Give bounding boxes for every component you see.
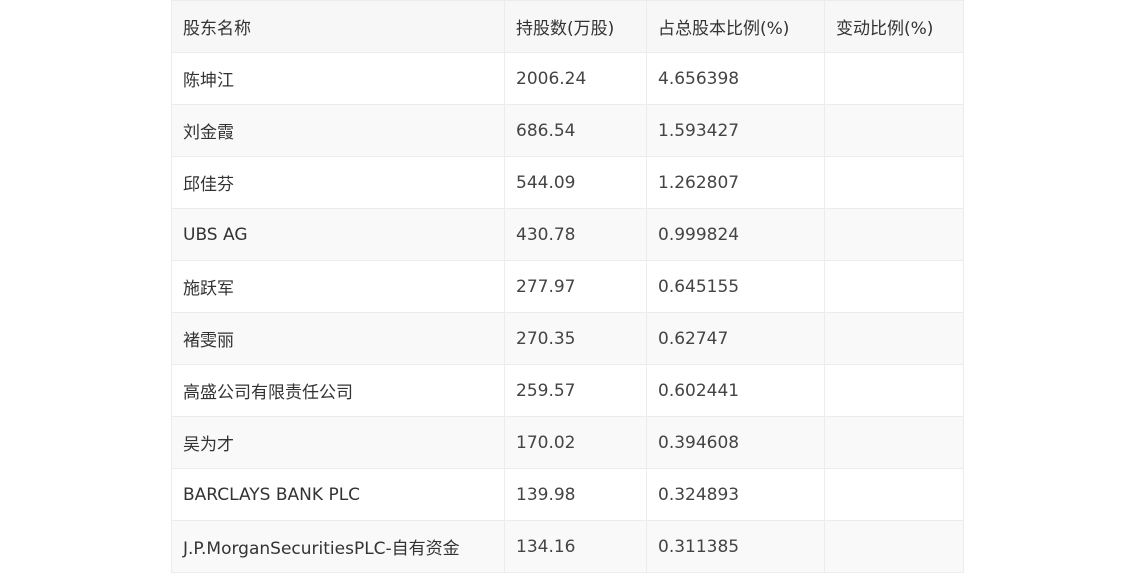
ratio-value: 4.656398 bbox=[646, 52, 825, 105]
holder-name: 高盛公司有限责任公司 bbox=[171, 364, 505, 417]
holder-name: 吴为才 bbox=[171, 416, 505, 469]
holder-name: UBS AG bbox=[171, 208, 505, 261]
change-value bbox=[824, 364, 964, 417]
change-value bbox=[824, 416, 964, 469]
ratio-value: 0.394608 bbox=[646, 416, 825, 469]
table-row: J.P.MorganSecuritiesPLC-自有资金 134.16 0.31… bbox=[171, 520, 964, 573]
ratio-value: 0.602441 bbox=[646, 364, 825, 417]
ratio-value: 0.62747 bbox=[646, 312, 825, 365]
shares-value: 134.16 bbox=[504, 520, 647, 573]
shareholders-table: 股东名称 持股数(万股) 占总股本比例(%) 变动比例(%) 陈坤江 2006.… bbox=[171, 0, 964, 573]
holder-name: 邱佳芬 bbox=[171, 156, 505, 209]
header-change: 变动比例(%) bbox=[824, 0, 964, 53]
table-header: 股东名称 持股数(万股) 占总股本比例(%) 变动比例(%) bbox=[171, 0, 964, 53]
table-row: 施跃军 277.97 0.645155 bbox=[171, 260, 964, 313]
header-row: 股东名称 持股数(万股) 占总股本比例(%) 变动比例(%) bbox=[171, 0, 964, 53]
change-value bbox=[824, 260, 964, 313]
ratio-value: 0.311385 bbox=[646, 520, 825, 573]
shares-value: 270.35 bbox=[504, 312, 647, 365]
ratio-value: 0.645155 bbox=[646, 260, 825, 313]
ratio-value: 0.324893 bbox=[646, 468, 825, 521]
shares-value: 430.78 bbox=[504, 208, 647, 261]
change-value bbox=[824, 104, 964, 157]
table-row: 高盛公司有限责任公司 259.57 0.602441 bbox=[171, 364, 964, 417]
shares-value: 2006.24 bbox=[504, 52, 647, 105]
holder-name: 陈坤江 bbox=[171, 52, 505, 105]
change-value bbox=[824, 208, 964, 261]
holder-name: 施跃军 bbox=[171, 260, 505, 313]
table-row: UBS AG 430.78 0.999824 bbox=[171, 208, 964, 261]
holder-name: BARCLAYS BANK PLC bbox=[171, 468, 505, 521]
table-row: 刘金霞 686.54 1.593427 bbox=[171, 104, 964, 157]
change-value bbox=[824, 312, 964, 365]
shares-value: 277.97 bbox=[504, 260, 647, 313]
holder-name: 刘金霞 bbox=[171, 104, 505, 157]
shares-value: 139.98 bbox=[504, 468, 647, 521]
shares-value: 259.57 bbox=[504, 364, 647, 417]
ratio-value: 1.262807 bbox=[646, 156, 825, 209]
table-body: 陈坤江 2006.24 4.656398 刘金霞 686.54 1.593427… bbox=[171, 52, 964, 573]
change-value bbox=[824, 520, 964, 573]
change-value bbox=[824, 52, 964, 105]
shares-value: 170.02 bbox=[504, 416, 647, 469]
header-holder-name: 股东名称 bbox=[171, 0, 505, 53]
change-value bbox=[824, 468, 964, 521]
table-row: 吴为才 170.02 0.394608 bbox=[171, 416, 964, 469]
holder-name: J.P.MorganSecuritiesPLC-自有资金 bbox=[171, 520, 505, 573]
shares-value: 544.09 bbox=[504, 156, 647, 209]
change-value bbox=[824, 156, 964, 209]
ratio-value: 0.999824 bbox=[646, 208, 825, 261]
shares-value: 686.54 bbox=[504, 104, 647, 157]
table-row: 陈坤江 2006.24 4.656398 bbox=[171, 52, 964, 105]
table-row: BARCLAYS BANK PLC 139.98 0.324893 bbox=[171, 468, 964, 521]
table-row: 邱佳芬 544.09 1.262807 bbox=[171, 156, 964, 209]
ratio-value: 1.593427 bbox=[646, 104, 825, 157]
header-ratio: 占总股本比例(%) bbox=[646, 0, 825, 53]
holder-name: 褚雯丽 bbox=[171, 312, 505, 365]
header-shares: 持股数(万股) bbox=[504, 0, 647, 53]
table-row: 褚雯丽 270.35 0.62747 bbox=[171, 312, 964, 365]
